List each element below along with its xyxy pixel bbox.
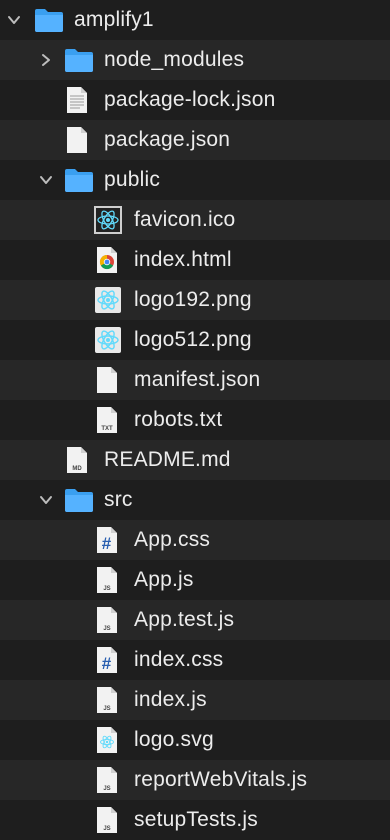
js-file-icon: JS — [96, 806, 118, 834]
item-label: src — [104, 488, 133, 511]
chevron-down-icon[interactable] — [6, 12, 22, 28]
file-badge: JS — [103, 786, 110, 792]
tree-row-logo-svg[interactable]: logo.svg — [0, 720, 390, 760]
tree-row-logo512-png[interactable]: logo512.png — [0, 320, 390, 360]
item-label: logo192.png — [134, 288, 252, 311]
chevron-right-icon[interactable] — [38, 52, 54, 68]
item-label: README.md — [104, 448, 231, 471]
file-badge: JS — [103, 586, 110, 592]
tree-row-logo192-png[interactable]: logo192.png — [0, 280, 390, 320]
tree-row-app-js[interactable]: JS App.js — [0, 560, 390, 600]
item-label: public — [104, 168, 161, 191]
js-file-icon: JS — [96, 606, 118, 634]
item-label: index.js — [134, 688, 207, 711]
item-label: reportWebVitals.js — [134, 768, 308, 791]
tree-row-index-js[interactable]: JS index.js — [0, 680, 390, 720]
file-badge: # — [102, 654, 112, 673]
item-label: App.js — [134, 568, 194, 591]
folder-icon — [34, 7, 64, 33]
tree-row-reportwebvitals-js[interactable]: JS reportWebVitals.js — [0, 760, 390, 800]
file-tree: amplify1 node_modules package-lock.json … — [0, 0, 390, 840]
item-label: logo.svg — [134, 728, 214, 751]
item-label: node_modules — [104, 48, 245, 71]
tree-row-node-modules[interactable]: node_modules — [0, 40, 390, 80]
tree-row-favicon-ico[interactable]: favicon.ico — [0, 200, 390, 240]
item-label: robots.txt — [134, 408, 223, 431]
tree-row-public[interactable]: public — [0, 160, 390, 200]
item-label: setupTests.js — [134, 808, 258, 831]
react-ico-icon — [94, 206, 122, 234]
file-badge: JS — [103, 826, 110, 832]
tree-row-app-test-js[interactable]: JS App.test.js — [0, 600, 390, 640]
folder-icon — [64, 167, 94, 193]
file-badge: MD — [72, 466, 82, 472]
file-badge: TXT — [101, 426, 113, 432]
tree-row-src[interactable]: src — [0, 480, 390, 520]
chrome-html-icon — [96, 246, 118, 274]
folder-icon — [64, 487, 94, 513]
item-label: package-lock.json — [104, 88, 276, 111]
tree-row-app-css[interactable]: # App.css — [0, 520, 390, 560]
item-label: App.css — [134, 528, 211, 551]
js-file-icon: JS — [96, 566, 118, 594]
tree-row-amplify1[interactable]: amplify1 — [0, 0, 390, 40]
tree-row-index-css[interactable]: # index.css — [0, 640, 390, 680]
blank-file-icon — [66, 126, 88, 154]
tree-row-index-html[interactable]: index.html — [0, 240, 390, 280]
txt-file-icon: TXT — [96, 406, 118, 434]
chevron-down-icon[interactable] — [38, 492, 54, 508]
item-label: index.html — [134, 248, 232, 271]
tree-row-manifest-json[interactable]: manifest.json — [0, 360, 390, 400]
item-label: amplify1 — [74, 8, 154, 31]
item-label: favicon.ico — [134, 208, 236, 231]
item-label: package.json — [104, 128, 231, 151]
css-file-icon: # — [96, 646, 118, 674]
item-label: manifest.json — [134, 368, 261, 391]
svg-file-icon — [96, 726, 118, 754]
js-file-icon: JS — [96, 686, 118, 714]
tree-row-setuptests-js[interactable]: JS setupTests.js — [0, 800, 390, 840]
js-file-icon: JS — [96, 766, 118, 794]
md-file-icon: MD — [66, 446, 88, 474]
react-png-icon — [94, 326, 122, 354]
chevron-down-icon[interactable] — [38, 172, 54, 188]
blank-file-icon — [96, 366, 118, 394]
text-file-icon — [66, 86, 88, 114]
folder-icon — [64, 47, 94, 73]
tree-row-readme-md[interactable]: MD README.md — [0, 440, 390, 480]
file-badge: JS — [103, 706, 110, 712]
tree-row-robots-txt[interactable]: TXT robots.txt — [0, 400, 390, 440]
tree-row-package-json[interactable]: package.json — [0, 120, 390, 160]
item-label: App.test.js — [134, 608, 235, 631]
file-badge: # — [102, 534, 112, 553]
css-file-icon: # — [96, 526, 118, 554]
react-png-icon — [94, 286, 122, 314]
item-label: logo512.png — [134, 328, 252, 351]
tree-row-package-lock-json[interactable]: package-lock.json — [0, 80, 390, 120]
item-label: index.css — [134, 648, 224, 671]
file-badge: JS — [103, 626, 110, 632]
